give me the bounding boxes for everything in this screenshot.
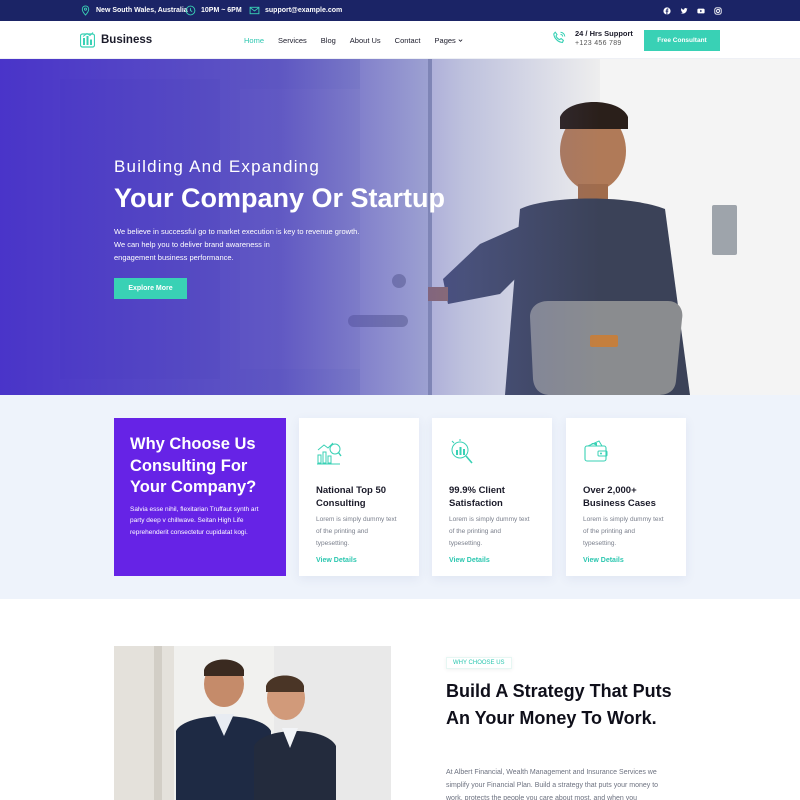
email-text[interactable]: support@example.com xyxy=(265,7,342,14)
feature-card-consulting: National Top 50 Consulting Lorem is simp… xyxy=(299,418,419,576)
hero-banner: Building And Expanding Your Company Or S… xyxy=(0,59,800,395)
hero-description: We believe in successful go to market ex… xyxy=(114,225,394,264)
nav-pages-label: Pages xyxy=(434,35,456,45)
free-consultant-button[interactable]: Free Consultant xyxy=(644,30,720,51)
about-section: WHY CHOOSE US Build A Strategy That Puts… xyxy=(0,599,800,800)
hero-subtitle: Building And Expanding xyxy=(114,157,320,176)
hero-text-line: We believe in successful go to market ex… xyxy=(114,227,360,236)
facebook-icon[interactable] xyxy=(663,6,671,15)
feature-title: National Top 50 Consulting xyxy=(316,485,387,509)
support-info: 24 / Hrs Support +123 456 789 xyxy=(551,29,633,47)
about-text: At Albert Financial, Wealth Management a… xyxy=(446,769,659,800)
support-phone[interactable]: +123 456 789 xyxy=(575,40,633,47)
feature-card-business-cases: Over 2,000+ Business Cases Lorem is simp… xyxy=(566,418,686,576)
hours-info: 10PM ~ 6PM xyxy=(185,0,242,21)
why-choose-text: Salvia esse nihil, flexitarian Truffaut … xyxy=(130,505,259,536)
chevron-down-icon xyxy=(458,38,463,42)
why-choose-us-badge: WHY CHOOSE US xyxy=(446,657,512,669)
location-info: New South Wales, Australia xyxy=(80,0,188,21)
nav-services[interactable]: Services xyxy=(278,36,307,45)
feature-text: Lorem is simply dummy text of the printi… xyxy=(316,516,397,547)
top-bar: New South Wales, Australia 10PM ~ 6PM su… xyxy=(0,0,800,21)
nav-blog[interactable]: Blog xyxy=(321,36,336,45)
nav-about-us[interactable]: About Us xyxy=(350,36,381,45)
feature-text: Lorem is simply dummy text of the printi… xyxy=(583,516,664,547)
chart-growth-icon xyxy=(317,442,342,465)
phone-icon xyxy=(553,31,566,44)
support-title: 24 / Hrs Support xyxy=(575,29,633,38)
location-text: New South Wales, Australia xyxy=(96,7,188,14)
business-team-image xyxy=(114,646,391,800)
feature-text: Lorem is simply dummy text of the printi… xyxy=(449,516,530,547)
hero-text-line: We can help you to deliver brand awarene… xyxy=(114,240,270,249)
magnifier-analysis-icon xyxy=(451,439,473,464)
twitter-icon[interactable] xyxy=(680,7,688,15)
email-info[interactable]: support@example.com xyxy=(249,0,342,21)
nav-home[interactable]: Home xyxy=(244,36,264,45)
view-details-link[interactable]: View Details xyxy=(449,557,536,564)
why-choose-title: Why Choose Us Consulting For Your Compan… xyxy=(130,435,257,496)
map-pin-icon xyxy=(81,5,90,16)
hero-title: Your Company Or Startup xyxy=(114,183,446,213)
feature-title: 99.9% Client Satisfaction xyxy=(449,485,505,509)
social-links xyxy=(663,0,722,21)
explore-more-button[interactable]: Explore More xyxy=(114,278,187,299)
hero-text-line: engagement business performance. xyxy=(114,253,234,262)
nav-menu: Home Services Blog About Us Contact Page… xyxy=(244,21,463,59)
clock-icon xyxy=(185,5,196,16)
about-title: Build A Strategy That Puts An Your Money… xyxy=(446,681,672,728)
mail-icon xyxy=(249,6,260,15)
main-navbar: Business Home Services Blog About Us Con… xyxy=(0,21,800,59)
nav-contact[interactable]: Contact xyxy=(395,36,421,45)
instagram-icon[interactable] xyxy=(714,6,722,15)
features-section: Why Choose Us Consulting For Your Compan… xyxy=(0,395,800,599)
view-details-link[interactable]: View Details xyxy=(583,557,670,564)
wallet-icon xyxy=(584,440,608,462)
feature-card-satisfaction: 99.9% Client Satisfaction Lorem is simpl… xyxy=(432,418,552,576)
view-details-link[interactable]: View Details xyxy=(316,557,403,564)
why-choose-card: Why Choose Us Consulting For Your Compan… xyxy=(114,418,286,576)
feature-title: Over 2,000+ Business Cases xyxy=(583,485,656,509)
brand-name: Business xyxy=(101,33,153,46)
logo-icon xyxy=(80,32,95,48)
hours-text: 10PM ~ 6PM xyxy=(201,7,242,14)
youtube-icon[interactable] xyxy=(697,7,705,15)
nav-pages[interactable]: Pages xyxy=(435,36,463,45)
brand-logo[interactable]: Business xyxy=(80,31,152,48)
